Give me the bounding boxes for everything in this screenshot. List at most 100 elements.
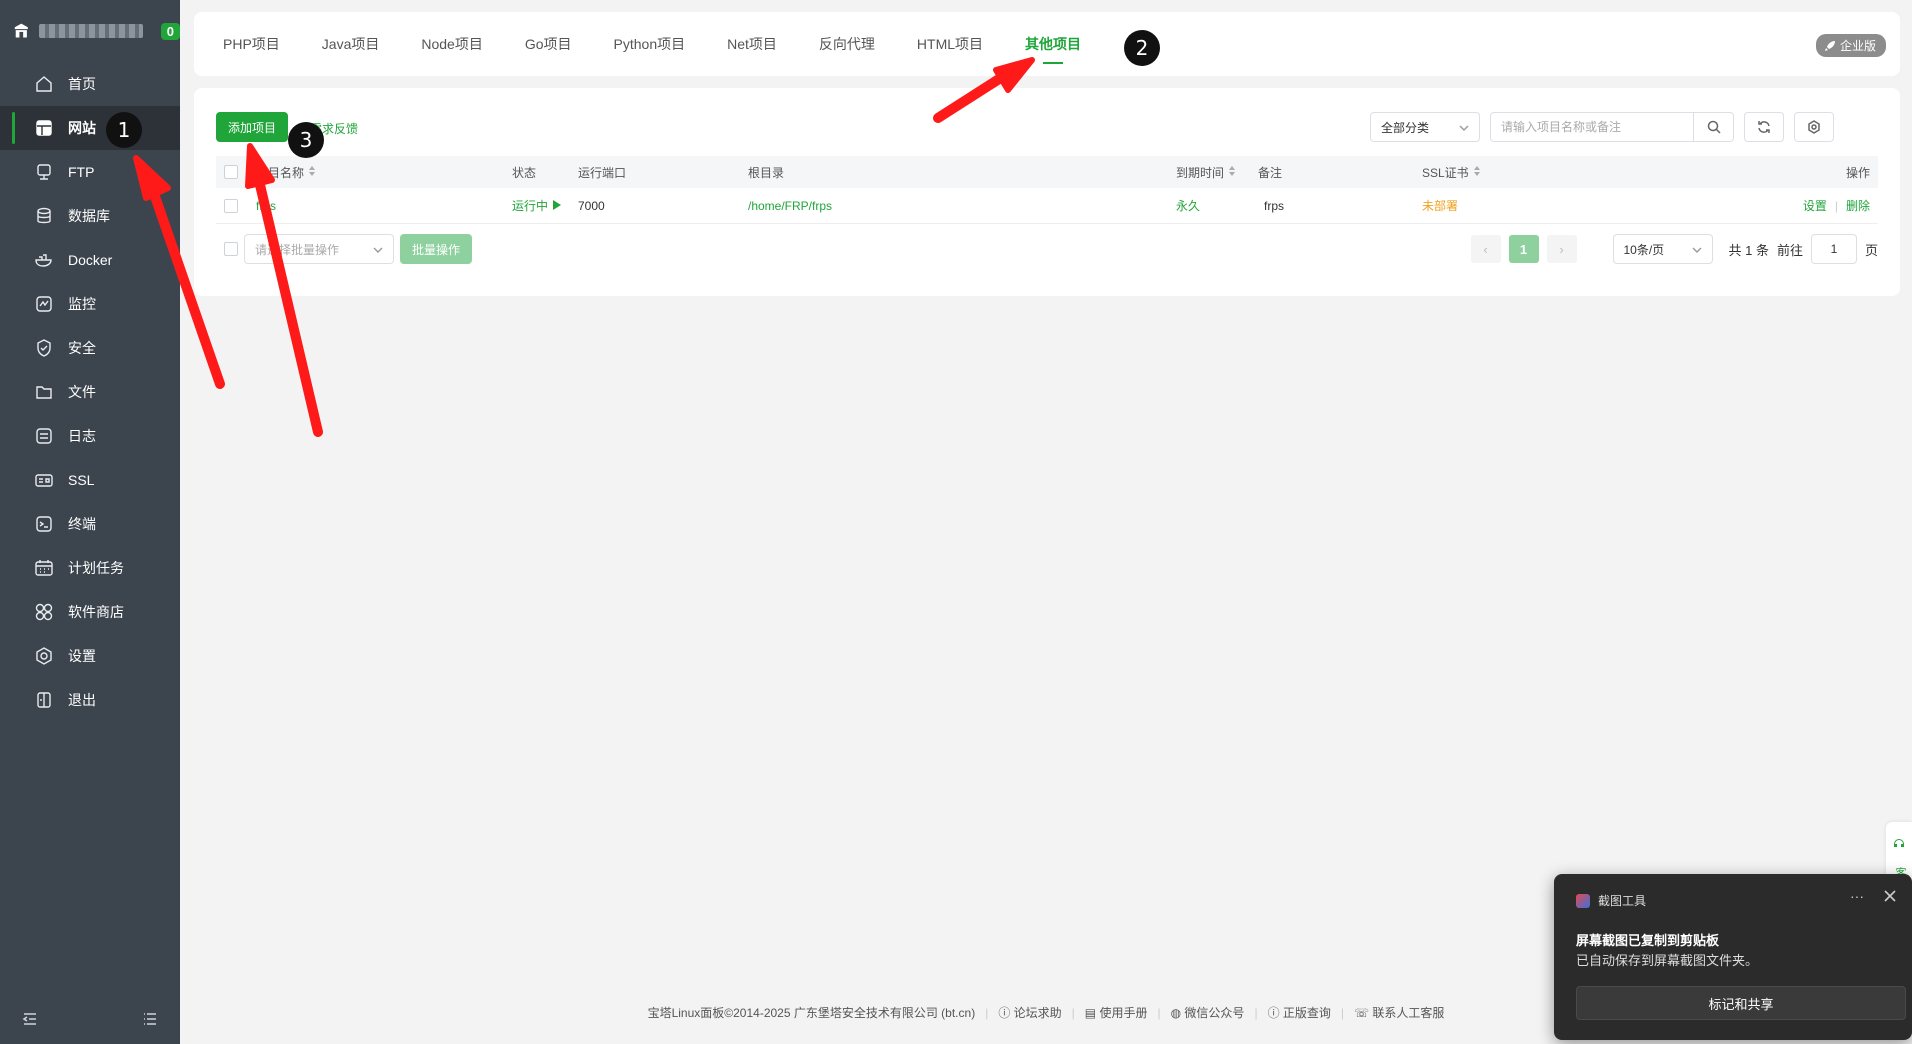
chevron-down-icon (1459, 122, 1469, 132)
footer-link-forum[interactable]: ⓘ 论坛求助 (998, 1004, 1061, 1021)
footer-select-all-checkbox[interactable] (224, 242, 238, 256)
sidebar-nav: 首页 网站 FTP 数据库 Docker 监控 安全 文件 日志 SSL 终端 … (0, 62, 180, 722)
sidebar-item-ftp[interactable]: FTP (0, 150, 180, 194)
menu-list-icon[interactable] (142, 1011, 158, 1027)
batch-select-placeholder: 请选择批量操作 (255, 242, 340, 257)
step-marker-3: 3 (288, 122, 324, 158)
sidebar-item-monitor[interactable]: 监控 (0, 282, 180, 326)
header-ssl[interactable]: SSL证书 (1422, 156, 1481, 188)
home-icon (34, 74, 54, 94)
sidebar-item-label: 文件 (68, 384, 96, 400)
sidebar-item-label: SSL (68, 472, 95, 488)
sidebar-item-label: FTP (68, 164, 95, 180)
footer-link-support[interactable]: ☏ 联系人工客服 (1354, 1004, 1444, 1021)
footer-link-license[interactable]: ⓘ 正版查询 (1268, 1004, 1331, 1021)
status-running[interactable]: 运行中 (512, 188, 562, 223)
sidebar-item-label: 首页 (68, 76, 96, 92)
markup-share-button[interactable]: 标记和共享 (1576, 986, 1906, 1020)
headset-icon (1894, 839, 1904, 847)
sidebar-item-label: 网站 (68, 120, 96, 136)
prev-page-button[interactable]: ‹ (1470, 235, 1501, 263)
sidebar-item-store[interactable]: 软件商店 (0, 590, 180, 634)
server-hostname-blurred (38, 24, 143, 38)
tab-reverse-proxy[interactable]: 反向代理 (798, 12, 896, 76)
sidebar-item-ssl[interactable]: SSL (0, 458, 180, 502)
sidebar-item-home[interactable]: 首页 (0, 62, 180, 106)
add-project-button[interactable]: 添加项目 (216, 112, 289, 142)
sidebar-item-docker[interactable]: Docker (0, 238, 180, 282)
more-options-icon[interactable]: ··· (1850, 888, 1864, 904)
website-icon (34, 118, 54, 138)
sidebar-item-cron[interactable]: 计划任务 (0, 546, 180, 590)
sidebar-item-database[interactable]: 数据库 (0, 194, 180, 238)
sidebar-item-security[interactable]: 安全 (0, 326, 180, 370)
next-page-button[interactable]: › (1546, 235, 1577, 263)
sidebar-item-website[interactable]: 网站 (0, 106, 180, 150)
ssl-status[interactable]: 未部署 (1422, 188, 1458, 223)
notification-count-badge[interactable]: 0 (160, 22, 180, 40)
copyright-text: 宝塔Linux面板©2014-2025 广东堡塔安全技术有限公司 (bt.cn) (647, 1006, 976, 1020)
sidebar-item-label: 数据库 (68, 208, 110, 224)
play-icon (552, 199, 562, 213)
settings-action[interactable]: 设置 (1803, 197, 1827, 214)
pagination: ‹ 1 › 10条/页 共 1 条 前往 1 页 (1470, 234, 1878, 264)
refresh-icon (1758, 121, 1770, 133)
project-table: 项目名称 状态 运行端口 根目录 到期时间 备注 SSL证书 操作 frps 运… (216, 156, 1878, 224)
select-all-checkbox[interactable] (224, 165, 238, 179)
page-size-select[interactable]: 10条/页 (1612, 234, 1713, 264)
collapse-sidebar-icon[interactable] (22, 1011, 38, 1027)
sidebar-item-settings[interactable]: 设置 (0, 634, 180, 678)
snipping-tool-notification: 截图工具 ··· 屏幕截图已复制到剪贴板 已自动保存到屏幕截图文件夹。 标记和共… (1554, 874, 1912, 1040)
search-button[interactable] (1693, 113, 1733, 141)
sidebar-item-label: 计划任务 (68, 560, 124, 576)
header-name[interactable]: 项目名称 (256, 156, 316, 188)
page-number[interactable]: 1 (1508, 235, 1539, 263)
tab-other[interactable]: 其他项目 (1004, 12, 1102, 76)
category-select[interactable]: 全部分类 (1370, 112, 1480, 142)
delete-action[interactable]: 删除 (1846, 197, 1870, 214)
sidebar-item-label: 设置 (68, 648, 96, 664)
footer-divider: | (1254, 1005, 1258, 1020)
sidebar-item-logs[interactable]: 日志 (0, 414, 180, 458)
tab-go[interactable]: Go项目 (504, 12, 593, 76)
bt-logo-icon (14, 23, 28, 38)
gear-icon (1808, 120, 1820, 134)
enterprise-badge[interactable]: 企业版 (1815, 34, 1886, 57)
goto-page-input[interactable]: 1 (1810, 234, 1857, 264)
tab-net[interactable]: Net项目 (706, 12, 798, 76)
remark-value[interactable]: frps (1264, 188, 1284, 223)
batch-operation-button[interactable]: 批量操作 (400, 234, 473, 264)
footer-link-manual[interactable]: ▤ 使用手册 (1085, 1004, 1148, 1021)
sidebar-item-files[interactable]: 文件 (0, 370, 180, 414)
docker-icon (34, 250, 54, 270)
tab-python[interactable]: Python项目 (593, 12, 707, 76)
table-settings-button[interactable] (1794, 112, 1834, 142)
close-icon[interactable] (1884, 890, 1898, 904)
tab-php[interactable]: PHP项目 (202, 12, 301, 76)
batch-operation-select[interactable]: 请选择批量操作 (244, 234, 394, 264)
refresh-button[interactable] (1744, 112, 1784, 142)
sidebar-item-label: 日志 (68, 428, 96, 444)
toast-body: 已自动保存到屏幕截图文件夹。 (1576, 953, 1759, 968)
tab-node[interactable]: Node项目 (400, 12, 503, 76)
tab-java[interactable]: Java项目 (301, 12, 401, 76)
sidebar-item-terminal[interactable]: 终端 (0, 502, 180, 546)
sidebar-footer (0, 994, 180, 1044)
sidebar-item-label: Docker (68, 252, 113, 268)
root-path-link[interactable]: /home/FRP/frps (748, 188, 832, 223)
footer-link-wechat[interactable]: ◍ 微信公众号 (1171, 1004, 1245, 1021)
header-expire[interactable]: 到期时间 (1176, 156, 1236, 188)
tab-html[interactable]: HTML项目 (896, 12, 1004, 76)
logout-icon (34, 690, 54, 710)
expire-value[interactable]: 永久 (1176, 188, 1200, 223)
ssl-icon (34, 470, 54, 490)
folder-icon (34, 382, 54, 402)
sort-icon (308, 165, 316, 180)
sidebar-item-logout[interactable]: 退出 (0, 678, 180, 722)
header-remark: 备注 (1258, 165, 1283, 180)
header-status: 状态 (512, 165, 537, 180)
page-unit: 页 (1864, 242, 1878, 258)
shield-icon (34, 338, 54, 358)
row-checkbox[interactable] (224, 198, 238, 213)
project-name-link[interactable]: frps (256, 188, 276, 223)
